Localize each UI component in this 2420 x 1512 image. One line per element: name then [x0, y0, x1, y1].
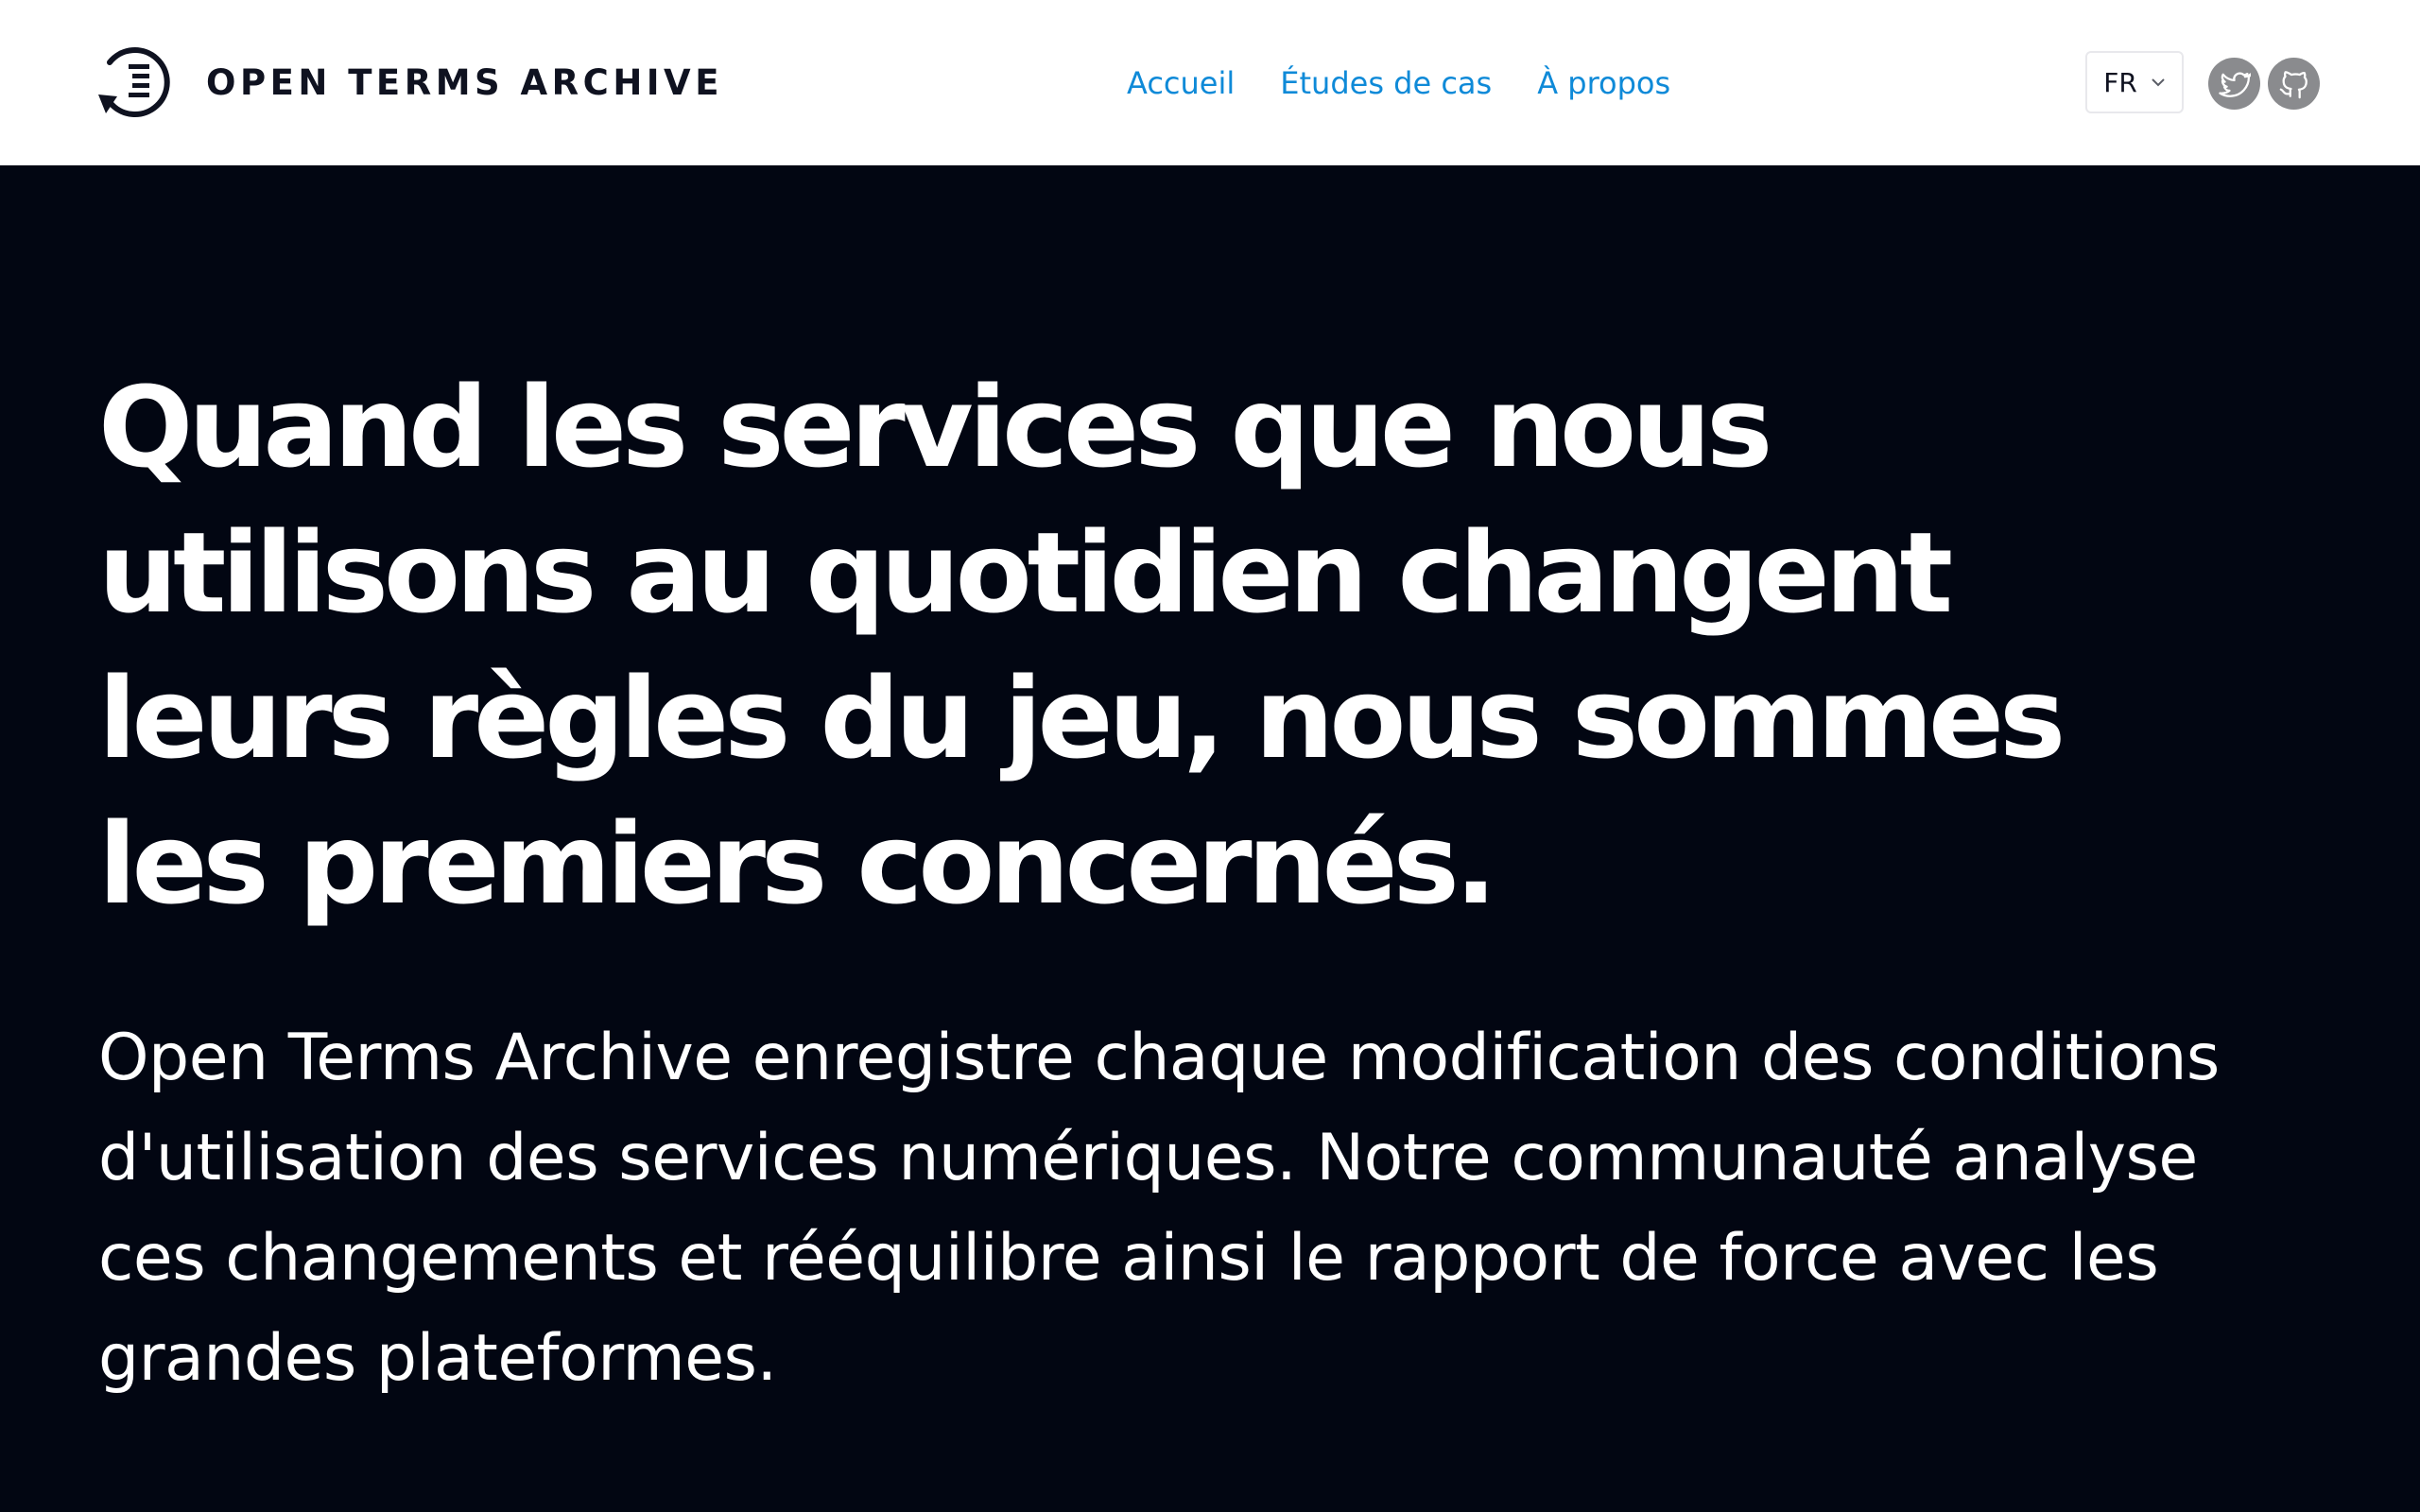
twitter-link[interactable] — [2208, 58, 2260, 110]
language-selected: FR — [2103, 66, 2137, 98]
hero-title: Quand les services que nous utilisons au… — [98, 354, 2083, 936]
main-nav: Accueil Études de cas À propos — [1127, 60, 1670, 106]
hero-title-line: utilisons au quotidien changent — [98, 507, 1953, 638]
chevron-down-icon — [2152, 78, 2165, 87]
hero-title-line: leurs règles du jeu, nous sommes — [98, 653, 2066, 783]
nav-link-home[interactable]: Accueil — [1127, 60, 1235, 106]
github-icon — [2279, 70, 2308, 98]
nav-link-about[interactable]: À propos — [1537, 60, 1670, 106]
hero-description-line: Open Terms Archive enregistre chaque mod… — [98, 1021, 2220, 1095]
nav-link-case-studies[interactable]: Études de cas — [1280, 60, 1492, 106]
hero-description-line: grandes plateformes. — [98, 1321, 777, 1396]
language-selector[interactable]: FR — [2085, 51, 2184, 113]
hero-title-line: Quand les services que nous — [98, 362, 1772, 492]
github-link[interactable] — [2268, 58, 2320, 110]
hero-section: Quand les services que nous utilisons au… — [0, 165, 2420, 1512]
hero-title-line: les premiers concernés. — [98, 799, 1497, 929]
site-header: OPEN TERMS ARCHIVE Accueil Études de cas… — [0, 0, 2420, 165]
logo-icon — [98, 47, 170, 117]
home-logo-link[interactable]: OPEN TERMS ARCHIVE — [96, 42, 723, 123]
twitter-icon — [2218, 71, 2251, 97]
hero-description-line: ces changements et rééquilibre ainsi le … — [98, 1221, 2159, 1296]
hero-description: Open Terms Archive enregistre chaque mod… — [98, 1008, 2348, 1409]
brand-name: OPEN TERMS ARCHIVE — [206, 61, 723, 103]
hero-description-line: d'utilisation des services numériques. N… — [98, 1121, 2198, 1195]
